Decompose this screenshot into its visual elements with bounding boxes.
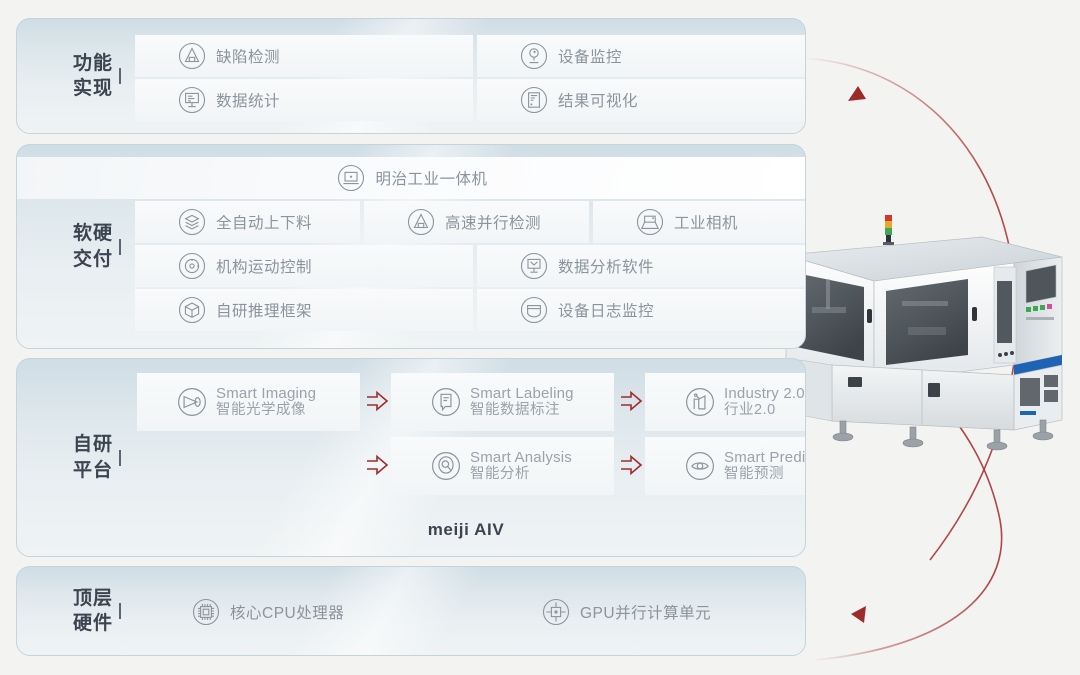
item-label: 高速并行检测 xyxy=(445,215,542,232)
item-smart-imaging[interactable]: Smart Imaging 智能光学成像 xyxy=(137,373,360,431)
item-industry-20[interactable]: Industry 2.0 行业2.0 xyxy=(645,373,805,431)
section-label-tick xyxy=(119,449,121,466)
item-label: 明治工业一体机 xyxy=(375,171,488,188)
section-label-text: 顶层 硬件 xyxy=(72,587,113,634)
item-label: 工业相机 xyxy=(674,215,739,232)
item-cpu-chip[interactable]: 核心CPU处理器 xyxy=(151,591,481,633)
platform-brand-label: meiji AIV xyxy=(427,520,505,539)
item-label: 核心CPU处理器 xyxy=(230,605,345,622)
section-panel-function: 功能 实现 缺陷检测 设备监控 数据统计 结果可视化 xyxy=(16,18,806,134)
item-label-cn: 智能数据标注 xyxy=(470,402,560,419)
item-label: 机构运动控制 xyxy=(216,259,313,276)
item-smart-labeling[interactable]: Smart Labeling 智能数据标注 xyxy=(391,373,614,431)
item-high-speed-parallel[interactable]: 高速并行检测 xyxy=(364,201,589,243)
item-device-log-monitor[interactable]: 设备日志监控 xyxy=(477,289,805,331)
item-label: 设备日志监控 xyxy=(558,303,655,320)
item-auto-loading[interactable]: 全自动上下料 xyxy=(135,201,360,243)
device-log-monitor-icon xyxy=(519,295,549,325)
flow-arrow-icon xyxy=(621,390,643,412)
defect-detection-icon xyxy=(177,41,207,71)
item-label: 数据分析软件 xyxy=(558,259,655,276)
smart-prediction-icon xyxy=(685,451,715,481)
section-content-delivery: 明治工业一体机 全自动上下料 高速并行检测 工业相机 机构运动控制 数据分析软件… xyxy=(17,145,805,348)
industrial-camera-icon xyxy=(635,207,665,237)
data-analysis-software-icon xyxy=(519,251,549,281)
cpu-chip-icon xyxy=(191,597,221,627)
item-label-en: Smart Prediction xyxy=(724,448,806,466)
item-defect-detection[interactable]: 缺陷检测 xyxy=(135,35,473,77)
section-panel-platform: 自研 平台 Smart Imaging 智能光学成像 Smart Labelin… xyxy=(16,358,806,557)
item-all-in-one-machine[interactable]: 明治工业一体机 xyxy=(17,157,805,199)
data-statistics-icon xyxy=(177,85,207,115)
section-label-tick xyxy=(119,238,121,255)
section-label-platform: 自研 平台 xyxy=(17,359,121,556)
arc-arrow-bottom-head xyxy=(851,606,866,623)
section-content-function: 缺陷检测 设备监控 数据统计 结果可视化 xyxy=(127,19,805,133)
item-result-visualization[interactable]: 结果可视化 xyxy=(477,79,805,121)
smart-analysis-icon xyxy=(431,451,461,481)
all-in-one-machine-icon xyxy=(336,163,366,193)
flow-arrow-icon xyxy=(367,390,389,412)
item-text: Smart Labeling 智能数据标注 xyxy=(470,385,574,420)
item-text: Industry 2.0 行业2.0 xyxy=(724,385,805,420)
item-label-en: Smart Imaging xyxy=(216,384,317,402)
item-label-cn: 智能光学成像 xyxy=(216,402,306,419)
item-inference-framework[interactable]: 自研推理框架 xyxy=(135,289,473,331)
industrial-inspection-machine-photo xyxy=(785,215,1063,451)
item-label: GPU并行计算单元 xyxy=(580,605,712,622)
signal-tower-icon xyxy=(883,215,894,245)
item-label-en: Industry 2.0 xyxy=(724,384,805,402)
section-panel-hardware: 顶层 硬件 核心CPU处理器 GPU并行计算单元 xyxy=(16,566,806,656)
item-label-en: Smart Labeling xyxy=(470,384,574,402)
flow-arrow-icon xyxy=(367,454,389,476)
item-motion-control[interactable]: 机构运动控制 xyxy=(135,245,473,287)
item-industrial-camera[interactable]: 工业相机 xyxy=(593,201,805,243)
item-data-analysis-software[interactable]: 数据分析软件 xyxy=(477,245,805,287)
section-label-text: 功能 实现 xyxy=(72,52,113,99)
section-label-text: 自研 平台 xyxy=(72,434,113,481)
high-speed-parallel-icon xyxy=(406,207,436,237)
section-label-hardware: 顶层 硬件 xyxy=(17,567,121,655)
item-smart-prediction[interactable]: Smart Prediction 智能预测 xyxy=(645,437,806,495)
auto-loading-icon xyxy=(177,207,207,237)
flow-arrow-icon xyxy=(621,454,643,476)
section-label-tick xyxy=(119,68,121,84)
industry-20-icon xyxy=(685,387,715,417)
item-label: 结果可视化 xyxy=(558,93,639,110)
device-monitor-icon xyxy=(519,41,549,71)
section-label-function: 功能 实现 xyxy=(17,19,121,133)
item-label-en: Smart Analysis xyxy=(470,448,572,466)
section-label-tick xyxy=(119,603,121,619)
item-label: 自研推理框架 xyxy=(216,303,313,320)
section-content-hardware: 核心CPU处理器 GPU并行计算单元 xyxy=(127,567,805,655)
item-device-monitor[interactable]: 设备监控 xyxy=(477,35,805,77)
arc-arrow-top-head xyxy=(848,86,866,101)
item-label-cn: 行业2.0 xyxy=(724,402,776,419)
item-text: Smart Imaging 智能光学成像 xyxy=(216,385,316,420)
item-data-statistics[interactable]: 数据统计 xyxy=(135,79,473,121)
diagram-canvas: 功能 实现 缺陷检测 设备监控 数据统计 结果可视化 软硬 交付 明治工业一体机… xyxy=(0,0,1080,675)
item-label: 缺陷检测 xyxy=(216,49,281,66)
item-label: 数据统计 xyxy=(216,93,281,110)
item-gpu-unit[interactable]: GPU并行计算单元 xyxy=(501,591,805,633)
item-label-cn: 智能预测 xyxy=(724,466,784,483)
motion-control-icon xyxy=(177,251,207,281)
item-text: Smart Prediction 智能预测 xyxy=(724,448,806,484)
result-visualization-icon xyxy=(519,85,549,115)
item-label: 全自动上下料 xyxy=(216,215,313,232)
smart-imaging-icon xyxy=(177,387,207,417)
item-label-cn: 智能分析 xyxy=(470,466,530,483)
item-label: 设备监控 xyxy=(558,49,623,66)
section-label-text: 软硬 交付 xyxy=(72,223,113,270)
section-panel-delivery: 软硬 交付 明治工业一体机 全自动上下料 高速并行检测 工业相机 机构运动控制 … xyxy=(16,144,806,349)
gpu-unit-icon xyxy=(541,597,571,627)
inference-framework-icon xyxy=(177,295,207,325)
smart-labeling-icon xyxy=(431,387,461,417)
item-smart-analysis[interactable]: Smart Analysis 智能分析 xyxy=(391,437,614,495)
item-text: Smart Analysis 智能分析 xyxy=(470,449,572,484)
